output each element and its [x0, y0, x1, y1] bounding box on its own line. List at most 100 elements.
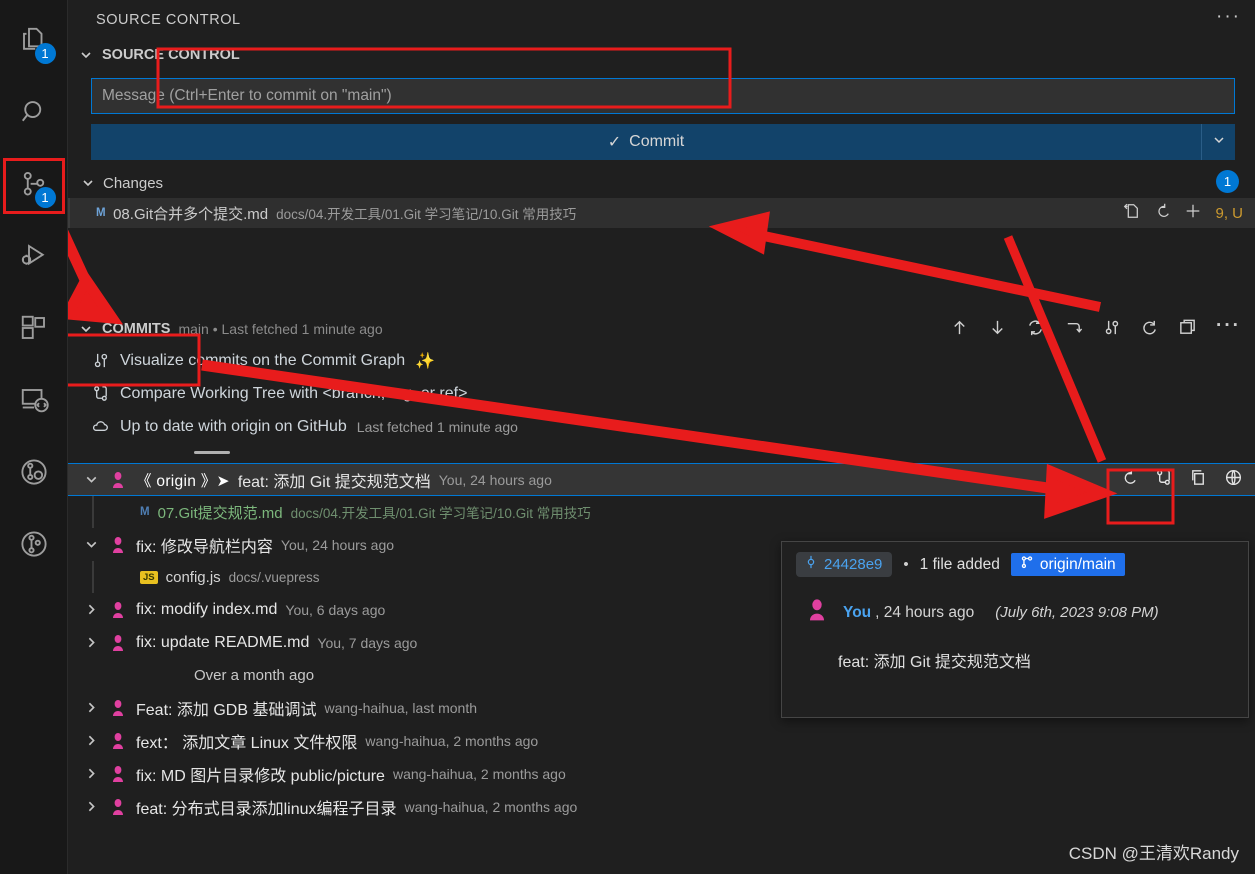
chevron-right-icon[interactable]: [82, 699, 100, 716]
sidebar-item-source-control[interactable]: 1: [0, 150, 68, 222]
push-icon[interactable]: [950, 318, 969, 341]
pull-icon[interactable]: [988, 318, 1007, 341]
section-title: SOURCE CONTROL: [102, 47, 240, 63]
chevron-right-icon[interactable]: [82, 634, 100, 651]
commit-meta: wang-haihua, 2 months ago: [365, 732, 539, 749]
avatar: [108, 698, 128, 718]
revert-icon[interactable]: [1119, 468, 1138, 492]
panel-title-bar: SOURCE CONTROL ···: [68, 0, 1255, 40]
sidebar-item-run-and-debug[interactable]: [0, 222, 68, 294]
tooltip-relative-time: , 24 hours ago: [875, 603, 975, 621]
refresh-icon[interactable]: [1140, 318, 1159, 341]
chevron-down-icon: [80, 175, 96, 191]
commit-message: feat: 添加 Git 提交规范文档: [237, 473, 431, 491]
commit-message-input[interactable]: Message (Ctrl+Enter to commit on "main"): [91, 78, 1235, 114]
commit-sha: 24428e9: [824, 556, 883, 573]
commit-row[interactable]: fix: MD 图片目录修改 public/picture wang-haihu…: [68, 757, 1255, 790]
commits-section-header[interactable]: COMMITS main • Last fetched 1 minute ago: [68, 314, 1255, 344]
branch-chip[interactable]: origin/main: [1010, 553, 1125, 576]
commit-message: fix: modify index.md: [136, 600, 278, 618]
tooltip-absolute-time: (July 6th, 2023 9:08 PM): [995, 604, 1159, 621]
commits-branch-info: main • Last fetched 1 minute ago: [178, 321, 383, 337]
action-label: Compare Working Tree with <branch, tag, …: [120, 384, 468, 402]
tooltip-header: 24428e9 • 1 file added origin/main: [782, 542, 1248, 577]
horizontal-scrollbar[interactable]: [194, 451, 230, 454]
commit-file-name: 07.Git提交规范.md: [157, 504, 283, 522]
copy-icon[interactable]: [1189, 468, 1208, 492]
commit-meta: wang-haihua, 2 months ago: [404, 798, 578, 815]
branch-name: origin/main: [1039, 555, 1116, 573]
commit-icon: [804, 555, 818, 574]
search-icon: [19, 97, 49, 132]
switch-branch-icon[interactable]: [1064, 318, 1083, 341]
commit-file-row[interactable]: M 07.Git提交规范.md docs/04.开发工具/01.Git 学习笔记…: [92, 496, 1255, 528]
sidebar-item-extensions[interactable]: [0, 294, 68, 366]
source-control-section-header[interactable]: SOURCE CONTROL: [68, 40, 1255, 70]
sidebar-item-remote-explorer[interactable]: [0, 366, 68, 438]
avatar: [108, 633, 128, 653]
file-status-modified-icon: M: [140, 506, 150, 518]
avatar: [108, 535, 128, 555]
sidebar-item-gitlens[interactable]: [0, 510, 68, 582]
split-editor-icon[interactable]: [1178, 318, 1197, 341]
commits-label: COMMITS: [102, 321, 171, 337]
commit-row[interactable]: fext： 添加文章 Linux 文件权限 wang-haihua, 2 mon…: [68, 724, 1255, 757]
changed-file-name: 08.Git合并多个提交.md: [113, 205, 269, 223]
commit-message: fix: MD 图片目录修改 public/picture: [136, 767, 385, 785]
commits-toolbar: ···: [950, 316, 1241, 341]
open-file-icon[interactable]: [1122, 202, 1140, 224]
chevron-right-icon[interactable]: [82, 798, 100, 815]
sidebar-item-search[interactable]: [0, 78, 68, 150]
chevron-right-icon[interactable]: [82, 601, 100, 618]
avatar: [108, 764, 128, 784]
action-compare-working-tree[interactable]: Compare Working Tree with <branch, tag, …: [68, 377, 1255, 410]
explorer-badge: 1: [34, 43, 56, 64]
chevron-down-icon[interactable]: [82, 471, 100, 488]
file-change-stat: 9, U: [1215, 204, 1243, 222]
chevron-down-icon: [1211, 132, 1227, 153]
stage-changes-icon[interactable]: [1184, 202, 1202, 224]
tooltip-dot: •: [903, 556, 909, 573]
commit-button[interactable]: ✓ Commit: [91, 124, 1201, 160]
avatar: [108, 797, 128, 817]
sidebar-item-gitlens-inspect[interactable]: [0, 438, 68, 510]
action-up-to-date-with-origin[interactable]: Up to date with origin on GitHub Last fe…: [68, 410, 1255, 443]
origin-badge: 《 origin 》➤: [136, 472, 230, 490]
panel-more-actions-icon[interactable]: ···: [1216, 7, 1241, 28]
sparkle-icon: ✨: [415, 352, 436, 370]
commit-file-path: docs/04.开发工具/01.Git 学习笔记/10.Git 常用技巧: [290, 506, 591, 521]
commit-row-actions: [1119, 468, 1243, 492]
chevron-right-icon[interactable]: [82, 732, 100, 749]
check-icon: ✓: [607, 134, 622, 151]
sidebar-item-explorer[interactable]: 1: [0, 6, 68, 78]
action-visualize-commit-graph[interactable]: Visualize commits on the Commit Graph ✨: [68, 344, 1255, 377]
chevron-right-icon[interactable]: [82, 765, 100, 782]
commits-more-icon[interactable]: ···: [1216, 316, 1241, 337]
commit-message: Feat: 添加 GDB 基础调试: [136, 701, 317, 719]
sync-icon[interactable]: [1026, 318, 1045, 341]
commit-file-path: docs/.vuepress: [228, 569, 320, 585]
commit-sha-chip[interactable]: 24428e9: [796, 552, 893, 577]
action-label: Up to date with origin on GitHub: [120, 417, 347, 435]
commit-graph-icon[interactable]: [1102, 318, 1121, 341]
changed-file-path: docs/04.开发工具/01.Git 学习笔记/10.Git 常用技巧: [276, 207, 577, 222]
changes-group-header[interactable]: Changes 1: [68, 168, 1255, 198]
cloud-icon: [90, 417, 110, 436]
run-debug-icon: [19, 241, 49, 276]
watermark: CSDN @王清欢Randy: [1068, 844, 1239, 863]
commit-dropdown-button[interactable]: [1201, 124, 1235, 160]
avatar: [108, 600, 128, 620]
discard-changes-icon[interactable]: [1153, 202, 1171, 224]
source-control-badge: 1: [34, 187, 56, 208]
commit-row[interactable]: 《 origin 》➤ feat: 添加 Git 提交规范文档 You, 24 …: [68, 463, 1255, 496]
chevron-down-icon[interactable]: [82, 536, 100, 553]
gitlens-icon: [19, 529, 49, 564]
commit-row[interactable]: feat: 分布式目录添加linux编程子目录 wang-haihua, 2 m…: [68, 790, 1255, 823]
commit-file-name: config.js: [165, 568, 221, 586]
avatar: [804, 597, 830, 628]
commit-message: fix: update README.md: [136, 633, 310, 651]
commit-button-row: ✓ Commit: [91, 124, 1235, 160]
changed-file-row[interactable]: M 08.Git合并多个提交.md docs/04.开发工具/01.Git 学习…: [68, 198, 1255, 228]
open-on-remote-icon[interactable]: [1224, 468, 1243, 492]
compare-icon[interactable]: [1154, 468, 1173, 492]
